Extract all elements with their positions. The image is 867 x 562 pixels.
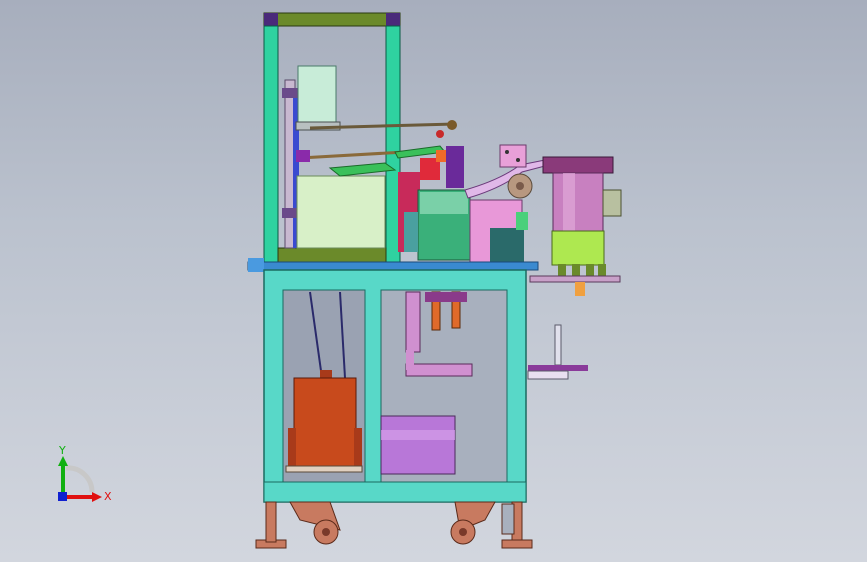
upper-frame-top-beam — [263, 12, 401, 27]
punch-guide — [425, 292, 467, 302]
dark-teal-block — [490, 228, 524, 262]
cad-viewport[interactable]: Y X — [0, 0, 867, 562]
bowl-side-bracket — [602, 189, 622, 217]
z-axis-marker — [58, 492, 67, 501]
machine-assembly-drawing: Y X — [58, 12, 622, 549]
stand-rod — [554, 324, 562, 366]
motor-side-flange — [288, 428, 296, 466]
green-ramp-1 — [328, 162, 397, 177]
foot-right-pad — [501, 539, 533, 549]
drum-tank — [380, 415, 456, 475]
caster-left-hub — [322, 528, 330, 536]
linkage-joint-1 — [447, 120, 457, 130]
x-axis-label: X — [104, 490, 112, 503]
bowl-feeder-foot-3 — [586, 264, 594, 276]
y-axis-label: Y — [58, 444, 66, 457]
hanging-bracket-vertical — [406, 350, 414, 370]
triad-arc — [65, 465, 95, 493]
rail-clamp-bottom — [282, 208, 298, 218]
motor-right-flange — [354, 428, 362, 466]
stand-foot — [527, 370, 569, 380]
hanging-bracket-left — [405, 291, 421, 353]
upper-frame-corner-right — [386, 13, 400, 26]
bowl-feeder-highlight — [563, 173, 575, 231]
upper-frame-corner-left — [264, 13, 278, 26]
bowl-feeder-foot-2 — [572, 264, 580, 276]
chute-bracket-bolt-1 — [505, 150, 509, 154]
hanging-bracket-foot — [405, 363, 473, 377]
bowl-support-plate — [529, 275, 621, 283]
upper-frame-right-post — [385, 25, 401, 263]
upper-frame-left-post — [263, 25, 279, 263]
upper-frame-bottom-beam — [277, 247, 387, 263]
linkage-joint-2 — [436, 130, 444, 138]
y-axis-arrow — [58, 456, 68, 466]
drum-tank-highlight — [381, 430, 455, 440]
caster-right-hub — [459, 528, 467, 536]
pale-green-housing — [296, 175, 386, 249]
bowl-feeder-foot-4 — [598, 264, 606, 276]
orange-nozzle — [575, 282, 585, 296]
base-frame-bottom-rail — [263, 481, 527, 503]
table-top-plate — [247, 261, 539, 271]
casters — [255, 501, 533, 549]
purple-plate — [446, 146, 464, 188]
x-axis-arrow — [92, 492, 102, 502]
motor-base-plate — [285, 465, 363, 473]
cam-block — [296, 150, 310, 162]
bowl-feeder-body — [552, 172, 604, 232]
upper-mechanism — [282, 65, 471, 261]
guide-bracket — [404, 212, 418, 252]
bowl-feeder-base — [551, 230, 605, 266]
chute-bracket-bolt-2 — [516, 158, 520, 162]
foot-left-post — [265, 501, 277, 543]
stand-plate — [528, 365, 588, 371]
table-left-bracket — [248, 258, 264, 272]
foot-right-inner — [501, 503, 515, 535]
bowl-feeder-rim — [542, 156, 614, 174]
chute-bracket — [499, 144, 527, 168]
motor-top — [320, 370, 332, 378]
axis-triad: Y X — [58, 444, 112, 503]
pneumatic-cylinder — [297, 65, 337, 125]
feed-wheel-hub — [516, 182, 524, 190]
small-green-sensor — [516, 212, 528, 230]
rail-clamp-top — [282, 88, 298, 98]
motor-body — [293, 377, 357, 467]
green-gearbox-top — [420, 192, 468, 214]
bowl-feeder-foot-1 — [558, 264, 566, 276]
